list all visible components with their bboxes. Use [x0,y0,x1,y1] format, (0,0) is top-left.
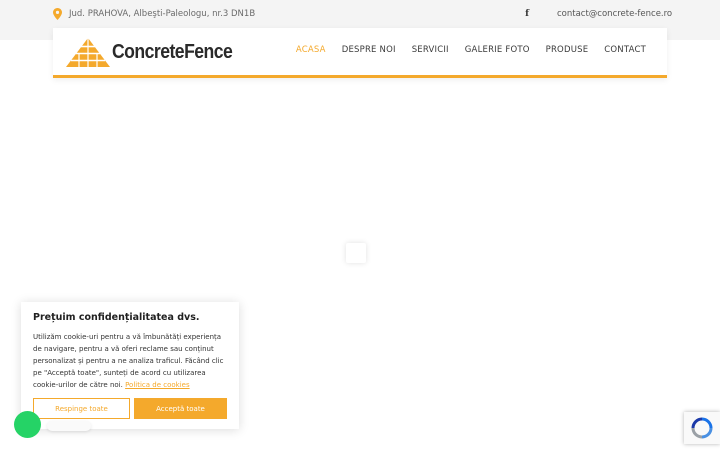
location-pin-icon [53,8,62,20]
cookie-policy-link[interactable]: Politica de cookies [125,381,190,389]
cookie-consent-banner: Prețuim confidențialitatea dvs. Utilizăm… [21,302,239,429]
logo-fence-icon [66,38,110,67]
chat-bubble [47,421,91,431]
nav-item-produse[interactable]: PRODUSE [546,45,589,55]
email-link[interactable]: contact@concrete-fence.ro [557,6,672,22]
site-logo[interactable]: ConcreteFence [66,37,249,67]
cookie-text: Utilizăm cookie-uri pentru a vă îmbunătă… [33,331,229,391]
address-text: Jud. PRAHOVA, Albeşti-Paleologu, nr.3 DN… [69,9,256,19]
nav-item-acasa[interactable]: ACASA [296,45,326,55]
recaptcha-icon [691,417,713,439]
facebook-icon[interactable]: f [522,6,532,22]
cookie-title: Prețuim confidențialitatea dvs. [33,312,200,323]
nav-item-contact[interactable]: CONTACT [604,45,646,55]
logo-text: ConcreteFence [112,40,233,63]
recaptcha-badge[interactable] [684,412,720,444]
accept-all-button[interactable]: Acceptă toate [134,398,227,419]
nav-item-galerie-foto[interactable]: GALERIE FOTO [465,45,530,55]
main-header: ConcreteFence ACASA DESPRE NOI SERVICII … [53,28,667,78]
page-loader [346,243,366,263]
nav-item-despre-noi[interactable]: DESPRE NOI [342,45,396,55]
nav-item-servicii[interactable]: SERVICII [412,45,449,55]
address-info: Jud. PRAHOVA, Albeşti-Paleologu, nr.3 DN… [53,6,255,22]
reject-all-button[interactable]: Respinge toate [33,398,130,419]
main-menu: ACASA DESPRE NOI SERVICII GALERIE FOTO P… [296,45,646,55]
whatsapp-chat-icon[interactable] [14,411,41,438]
